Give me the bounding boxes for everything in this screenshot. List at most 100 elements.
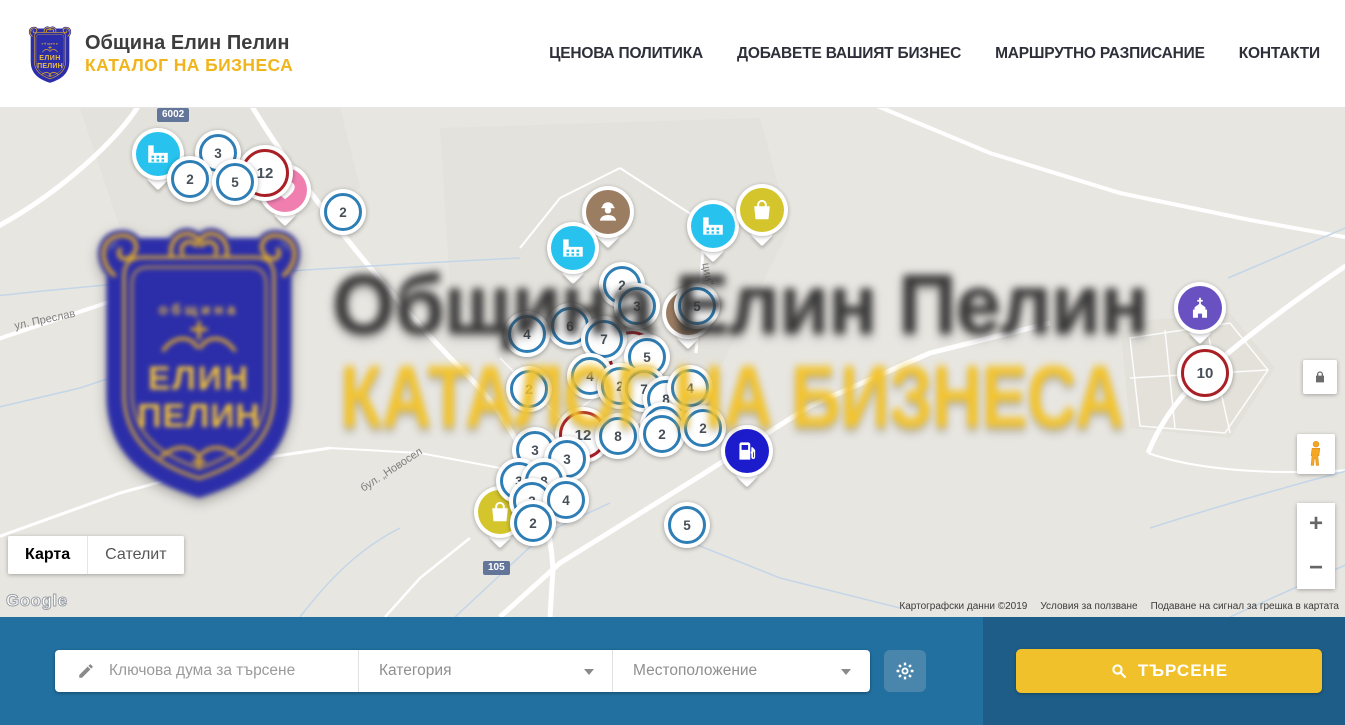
zoom-control: + − [1297,503,1335,589]
factory-icon [551,226,595,270]
cluster-count: 5 [643,350,651,365]
road-shield-label: 105 [483,561,510,575]
category-select[interactable]: Категория [359,650,612,692]
cluster-marker[interactable]: 2 [639,411,685,457]
cluster-count: 3 [214,146,222,161]
nav-item-1[interactable]: ЦЕНОВА ПОЛИТИКА [549,45,703,63]
keyword-input[interactable] [107,661,347,681]
location-select[interactable]: Местоположение [613,650,869,692]
chevron-down-icon [584,669,594,675]
cluster-count: 2 [339,205,347,220]
logo-title: Община Елин Пелин [85,32,293,55]
cluster-count: 2 [186,172,194,187]
cluster-count: 5 [231,175,239,190]
cluster-marker[interactable]: 10 [1177,345,1233,401]
cluster-ring: 2 [643,415,681,453]
cluster-marker[interactable]: 5 [664,502,710,548]
cluster-marker[interactable]: 3 [614,283,660,329]
cluster-count: 2 [658,427,666,442]
gear-icon [894,660,916,682]
poi-marker-factory[interactable] [687,200,739,252]
cluster-ring: 5 [668,506,706,544]
poi-marker-church[interactable] [1174,282,1226,334]
map-type-satellite-button[interactable]: Сателит [87,536,183,574]
fuel-icon [725,429,769,473]
cluster-marker[interactable]: 2 [510,500,556,546]
advanced-options-button[interactable] [884,650,926,692]
screen: Община Елин Пелин КАТАЛОГ НА БИЗНЕСА ЦЕН… [0,0,1345,725]
street-view-pegman[interactable] [1297,434,1335,474]
cluster-ring: 5 [678,287,716,325]
terms-link[interactable]: Условия за ползване [1040,601,1137,612]
cluster-count: 2 [699,421,707,436]
cluster-ring: 4 [508,315,546,353]
nav-item-2[interactable]: ДОБАВЕТЕ ВАШИЯТ БИЗНЕС [737,45,961,63]
cluster-count: 4 [586,369,594,384]
cluster-marker[interactable]: 5 [674,283,720,329]
zoom-out-button[interactable]: − [1297,546,1335,589]
map-type-map-button[interactable]: Карта [8,536,87,574]
cluster-marker[interactable]: 2 [320,189,366,235]
search-form: Категория Местоположение [55,650,870,692]
keyword-field [55,661,358,681]
cluster-count: 3 [633,299,641,314]
site-logo[interactable]: Община Елин Пелин КАТАЛОГ НА БИЗНЕСА [25,23,293,85]
logo-subtitle: КАТАЛОГ НА БИЗНЕСА [85,55,293,76]
google-logo[interactable]: Google [6,591,68,611]
cluster-count: 2 [525,382,533,397]
road-shield-label: 6002 [157,108,189,122]
cluster-count: 4 [562,493,570,508]
poi-marker-shopping-bag[interactable] [736,184,788,236]
pegman-icon [1303,439,1329,469]
poi-marker-fuel[interactable] [721,425,773,477]
factory-icon [691,204,735,248]
cluster-marker[interactable]: 2 [680,405,726,451]
search-button[interactable]: ТЪРСЕНЕ [1016,649,1322,693]
cluster-count: 10 [1197,365,1214,382]
map-attribution: Картографски данни ©2019 Условия за ползв… [899,601,1339,612]
pencil-icon [77,662,95,680]
cluster-count: 12 [257,165,274,182]
poi-marker-factory[interactable] [547,222,599,274]
cluster-ring: 3 [618,287,656,325]
cluster-count: 3 [563,452,571,467]
main-nav: ЦЕНОВА ПОЛИТИКА ДОБАВЕТЕ ВАШИЯТ БИЗНЕС МАР… [549,45,1320,63]
cluster-marker[interactable]: 5 [212,159,258,205]
cluster-ring: 2 [684,409,722,447]
nav-item-4[interactable]: КОНТАКТИ [1239,45,1320,63]
cluster-count: 3 [531,443,539,458]
cluster-count: 4 [686,381,694,396]
map-canvas[interactable]: ул. Преславбул. „Новоселции" 6002105 121… [0,108,1345,617]
nav-item-3[interactable]: МАРШРУТНО РАЗПИСАНИЕ [995,45,1205,63]
cluster-marker[interactable]: 8 [595,413,641,459]
cluster-count: 6 [566,319,574,334]
report-error-link[interactable]: Подаване на сигнал за грешка в картата [1151,601,1339,612]
lock-icon [1312,369,1328,385]
cluster-marker[interactable]: 4 [504,311,550,357]
cluster-ring: 2 [514,504,552,542]
category-select-value: Категория [379,662,451,680]
lock-control[interactable] [1303,360,1337,394]
cluster-ring: 4 [671,369,709,407]
church-icon [1178,286,1222,330]
cluster-ring: 2 [324,193,362,231]
cluster-ring: 2 [171,160,209,198]
cluster-count: 7 [600,332,608,347]
cluster-marker[interactable]: 2 [506,366,552,412]
map-type-control: Карта Сателит [8,536,184,574]
map-data-copyright: Картографски данни ©2019 [899,601,1027,612]
header: Община Елин Пелин КАТАЛОГ НА БИЗНЕСА ЦЕН… [0,0,1345,108]
shopping-bag-icon [740,188,784,232]
cluster-marker[interactable]: 2 [167,156,213,202]
logo-text: Община Елин Пелин КАТАЛОГ НА БИЗНЕСА [85,32,293,76]
chevron-down-icon [841,669,851,675]
cluster-ring: 2 [510,370,548,408]
cluster-count: 8 [614,429,622,444]
search-icon [1110,662,1128,680]
cluster-count: 2 [529,516,537,531]
search-panel: Категория Местоположение ТЪРСЕНЕ [0,617,1345,725]
municipality-emblem-icon [25,23,75,85]
cluster-ring: 5 [216,163,254,201]
zoom-in-button[interactable]: + [1297,503,1335,546]
search-button-label: ТЪРСЕНЕ [1138,661,1228,681]
